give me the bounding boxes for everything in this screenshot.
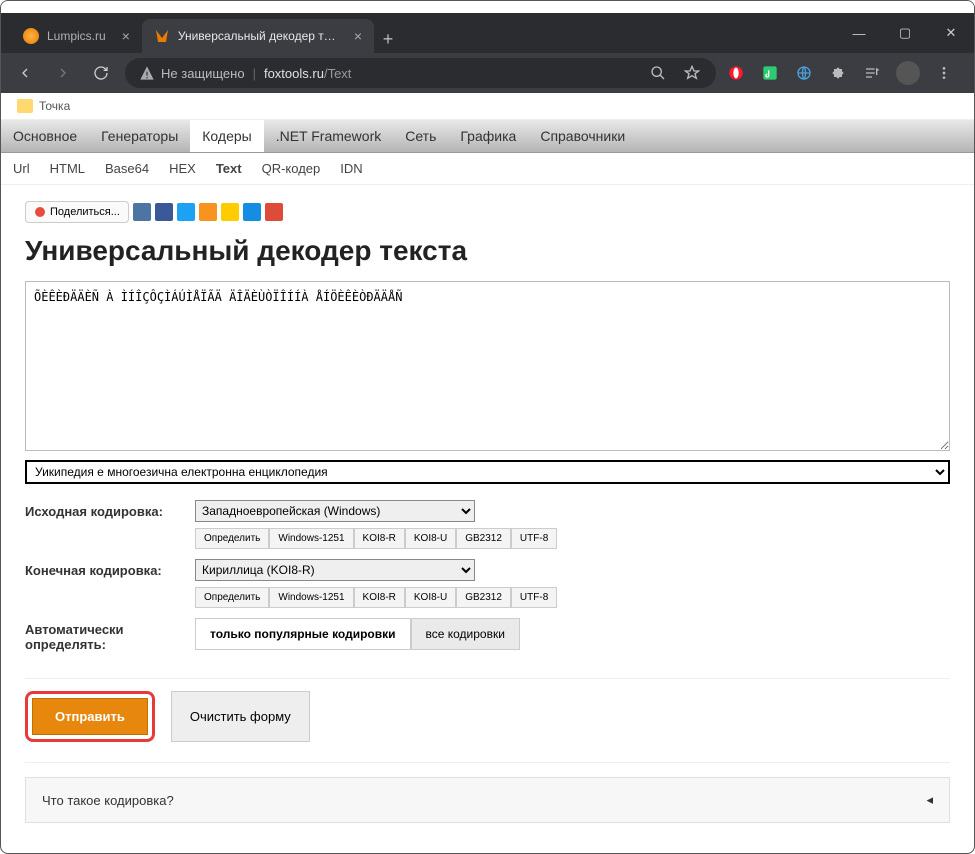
enc-utf8-button[interactable]: UTF-8 xyxy=(511,528,557,549)
vk-icon[interactable] xyxy=(133,203,151,221)
target-encoding-quick: Определить Windows-1251 KOI8-R KOI8-U GB… xyxy=(195,587,950,608)
auto-detect-label: Автоматически определять: xyxy=(25,618,195,652)
enc-koi8u-button[interactable]: KOI8-U xyxy=(405,587,456,608)
auto-detect-toggle: только популярные кодировки все кодировк… xyxy=(195,618,950,650)
source-encoding-label: Исходная кодировка: xyxy=(25,500,195,519)
close-window-button[interactable]: ✕ xyxy=(928,13,974,53)
source-encoding-quick: Определить Windows-1251 KOI8-R KOI8-U GB… xyxy=(195,528,950,549)
subnav-text[interactable]: Text xyxy=(216,161,242,176)
back-button[interactable] xyxy=(11,59,39,87)
close-icon[interactable]: × xyxy=(354,28,362,44)
gplus-icon[interactable] xyxy=(265,203,283,221)
extensions-row xyxy=(726,61,964,85)
subnav-url[interactable]: Url xyxy=(13,161,30,176)
nav-network[interactable]: Сеть xyxy=(393,120,448,152)
maximize-button[interactable]: ▢ xyxy=(882,13,928,53)
forward-button[interactable] xyxy=(49,59,77,87)
submit-row: Отправить Очистить форму xyxy=(25,678,950,763)
opera-icon[interactable] xyxy=(726,63,746,83)
favicon-lumpics xyxy=(23,28,39,44)
enc-gb2312-button[interactable]: GB2312 xyxy=(456,587,511,608)
menu-icon[interactable] xyxy=(934,63,954,83)
enc-koi8r-button[interactable]: KOI8-R xyxy=(354,587,405,608)
accordion-title: Что такое кодировка? xyxy=(42,793,174,808)
all-encodings-button[interactable]: все кодировки xyxy=(411,618,520,650)
main-nav: Основное Генераторы Кодеры .NET Framewor… xyxy=(1,120,974,153)
bookmark-item[interactable]: Точка xyxy=(39,99,70,113)
lj-icon[interactable] xyxy=(243,203,261,221)
mailru-icon[interactable] xyxy=(221,203,239,221)
globe-icon[interactable] xyxy=(794,63,814,83)
nav-reference[interactable]: Справочники xyxy=(528,120,637,152)
music-icon[interactable] xyxy=(760,63,780,83)
minimize-button[interactable]: — xyxy=(836,13,882,53)
sub-nav: Url HTML Base64 HEX Text QR-кодер IDN xyxy=(1,153,974,185)
share-label: Поделиться... xyxy=(50,206,120,218)
tab-title: Lumpics.ru xyxy=(47,29,106,43)
address-bar[interactable]: Не защищено | foxtools.ru/Text xyxy=(125,58,716,88)
url-display: foxtools.ru/Text xyxy=(264,66,351,81)
new-tab-button[interactable]: + xyxy=(374,25,402,53)
address-row: Не защищено | foxtools.ru/Text xyxy=(1,53,974,93)
nav-dotnet[interactable]: .NET Framework xyxy=(264,120,394,152)
playlist-icon[interactable] xyxy=(862,63,882,83)
enc-koi8r-button[interactable]: KOI8-R xyxy=(354,528,405,549)
facebook-icon[interactable] xyxy=(155,203,173,221)
page-title: Универсальный декодер текста xyxy=(25,235,950,267)
enc-utf8-button[interactable]: UTF-8 xyxy=(511,587,557,608)
subnav-qr[interactable]: QR-кодер xyxy=(262,161,321,176)
twitter-icon[interactable] xyxy=(177,203,195,221)
source-encoding-select[interactable]: Западноевропейская (Windows) xyxy=(195,500,475,522)
security-label: Не защищено xyxy=(161,66,245,81)
browser-tab-foxtools[interactable]: Универсальный декодер текста × xyxy=(142,19,374,53)
reload-button[interactable] xyxy=(87,59,115,87)
input-textarea[interactable] xyxy=(25,281,950,451)
enc-koi8u-button[interactable]: KOI8-U xyxy=(405,528,456,549)
folder-icon xyxy=(17,99,33,113)
favicon-foxtools xyxy=(154,28,170,44)
subnav-html[interactable]: HTML xyxy=(50,161,85,176)
search-icon[interactable] xyxy=(648,63,668,83)
nav-coders[interactable]: Кодеры xyxy=(190,120,263,152)
star-icon[interactable] xyxy=(682,63,702,83)
submit-button[interactable]: Отправить xyxy=(32,698,148,735)
bookmarks-bar: Точка xyxy=(1,93,974,120)
enc-detect-button[interactable]: Определить xyxy=(195,528,269,549)
browser-tabbar: Lumpics.ru × Универсальный декодер текст… xyxy=(1,13,974,53)
enc-gb2312-button[interactable]: GB2312 xyxy=(456,528,511,549)
preview-select[interactable]: Уикипедия е многоезична електронна енцик… xyxy=(25,460,950,484)
profile-avatar[interactable] xyxy=(896,61,920,85)
share-button[interactable]: Поделиться... xyxy=(25,201,129,223)
ok-icon[interactable] xyxy=(199,203,217,221)
chevron-left-icon: ◂ xyxy=(926,792,933,808)
nav-main[interactable]: Основное xyxy=(1,120,89,152)
security-indicator[interactable]: Не защищено xyxy=(139,65,245,81)
enc-win1251-button[interactable]: Windows-1251 xyxy=(269,587,353,608)
target-encoding-select[interactable]: Кириллица (KOI8-R) xyxy=(195,559,475,581)
subnav-hex[interactable]: HEX xyxy=(169,161,196,176)
popular-encodings-button[interactable]: только популярные кодировки xyxy=(195,618,411,650)
submit-highlight: Отправить xyxy=(25,691,155,742)
accordion-what-is-encoding[interactable]: Что такое кодировка? ◂ xyxy=(25,777,950,823)
enc-detect-button[interactable]: Определить xyxy=(195,587,269,608)
extensions-icon[interactable] xyxy=(828,63,848,83)
share-row: Поделиться... xyxy=(25,201,950,223)
enc-win1251-button[interactable]: Windows-1251 xyxy=(269,528,353,549)
tab-title: Универсальный декодер текста xyxy=(178,29,338,43)
nav-graphics[interactable]: Графика xyxy=(448,120,528,152)
clear-button[interactable]: Очистить форму xyxy=(171,691,310,742)
close-icon[interactable]: × xyxy=(122,28,130,44)
browser-tab-lumpics[interactable]: Lumpics.ru × xyxy=(11,19,142,53)
nav-generators[interactable]: Генераторы xyxy=(89,120,190,152)
subnav-base64[interactable]: Base64 xyxy=(105,161,149,176)
subnav-idn[interactable]: IDN xyxy=(340,161,362,176)
target-encoding-label: Конечная кодировка: xyxy=(25,559,195,578)
